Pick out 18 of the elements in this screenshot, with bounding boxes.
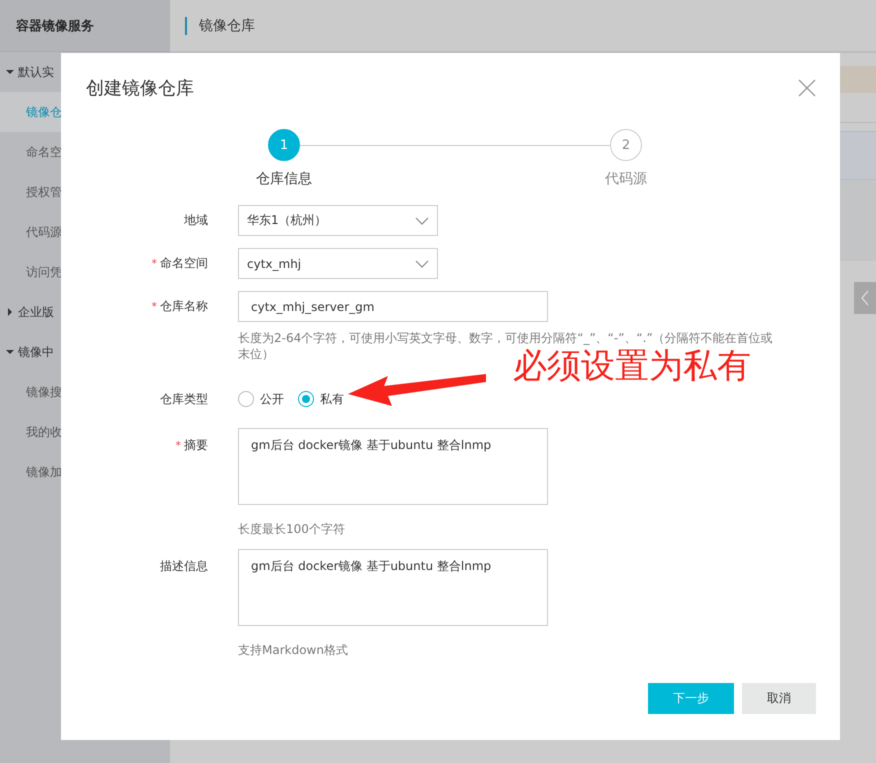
field-hint: 长度最长100个字符: [238, 521, 346, 537]
required-mark: *: [152, 257, 157, 270]
required-mark: *: [176, 438, 181, 452]
field-label: 命名空间: [160, 255, 208, 272]
app-title: 容器镜像服务: [16, 18, 94, 34]
step-label: 仓库信息: [256, 170, 312, 188]
step-number: 2: [610, 129, 642, 161]
field-label: 摘要: [184, 436, 208, 454]
field-label: 仓库类型: [160, 390, 208, 408]
page-title: 镜像仓库: [185, 16, 255, 34]
step-number: 1: [268, 129, 300, 161]
dialog-title: 创建镜像仓库: [86, 77, 194, 100]
field-label: 描述信息: [160, 558, 208, 574]
field-hint: 支持Markdown格式: [238, 642, 349, 658]
step-label: 代码源: [605, 170, 647, 188]
field-label: 地域: [184, 212, 208, 229]
field-label: 仓库名称: [160, 298, 208, 315]
required-mark: *: [152, 300, 157, 313]
